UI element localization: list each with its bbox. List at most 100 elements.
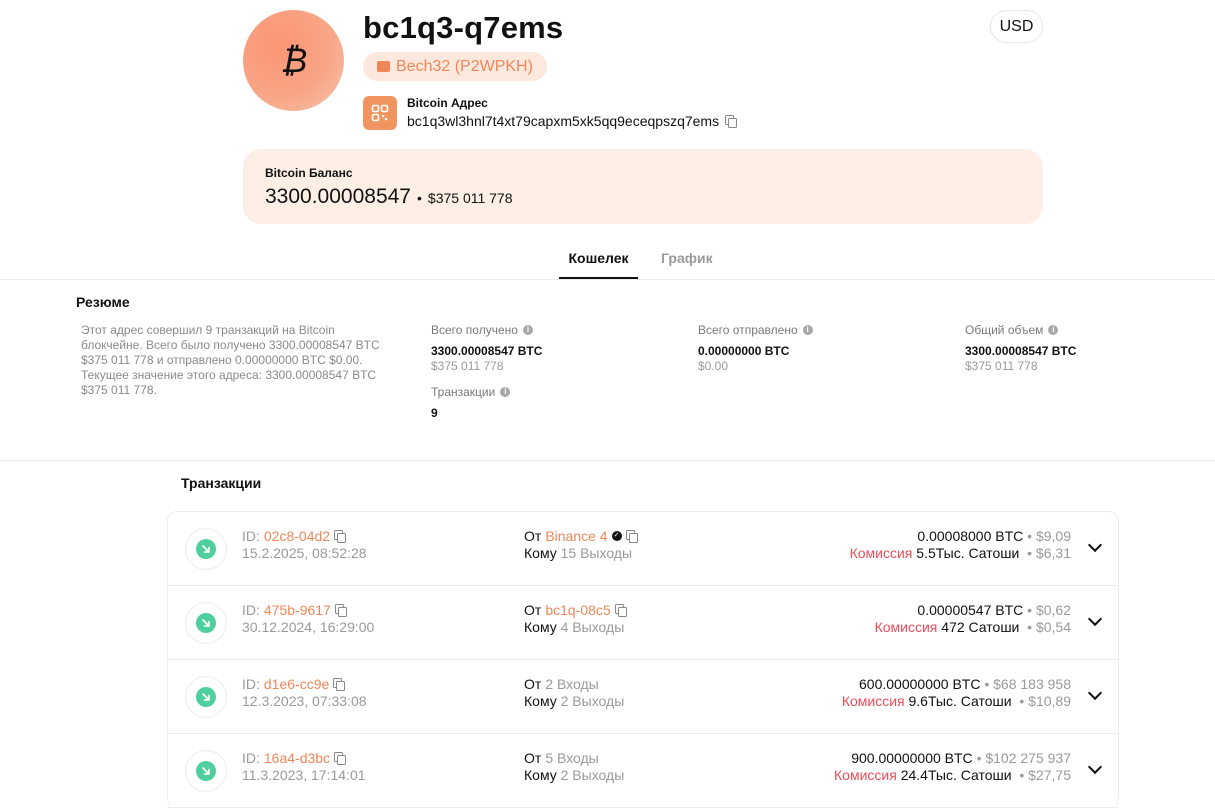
tx-from: От bc1q-08c5	[524, 602, 627, 618]
stat-tx-count-label: Транзакции	[431, 385, 496, 399]
tab-wallet[interactable]: Кошелек	[559, 250, 638, 279]
tx-id-prefix: ID:	[242, 750, 260, 766]
tx-fee-usd: $10,89	[1028, 693, 1071, 709]
tx-from-link[interactable]: bc1q-08c5	[545, 602, 610, 618]
transactions-list: ID: 02c8-04d2 15.2.2025, 08:52:28 От Bin…	[167, 511, 1119, 808]
tx-amount-separator: •	[976, 750, 982, 766]
table-row[interactable]: ID: 16a4-d3bc 11.3.2023, 17:14:01 От 5 В…	[168, 734, 1118, 808]
tx-to-label: Кому	[524, 693, 557, 709]
arrow-down-right-icon	[196, 539, 216, 559]
tx-to: Кому 2 Выходы	[524, 767, 624, 783]
tx-to-value: 15 Выходы	[560, 545, 633, 561]
tx-fee-usd: $6,31	[1035, 545, 1071, 561]
tx-amount-btc: 0.00008000 BTC	[917, 528, 1024, 544]
stat-volume-usd: $375 011 778	[965, 359, 1038, 373]
incoming-tx-badge	[185, 602, 227, 644]
copy-icon[interactable]	[334, 530, 347, 543]
tx-from-label: От	[524, 750, 542, 766]
balance-usd: $375 011 778	[427, 190, 513, 206]
tx-from: От 5 Входы	[524, 750, 599, 766]
tx-hash-link[interactable]: d1e6-cc9e	[264, 676, 329, 692]
tab-chart[interactable]: График	[661, 250, 713, 266]
table-row[interactable]: ID: 02c8-04d2 15.2.2025, 08:52:28 От Bin…	[168, 512, 1118, 586]
tx-from-value: 5 Входы	[545, 750, 599, 766]
tx-fee-separator: •	[1027, 619, 1033, 635]
tx-amount-btc: 0.00000547 BTC	[917, 602, 1024, 618]
verified-icon: ✓	[611, 531, 622, 541]
address-type-badge: Bech32 (P2WPKH)	[363, 52, 547, 81]
tx-amount-usd: $0,62	[1035, 602, 1071, 618]
stat-received-usd: $375 011 778	[431, 359, 504, 373]
copy-icon[interactable]	[625, 530, 638, 543]
tx-id: ID: 16a4-d3bc	[242, 750, 347, 766]
stat-volume-btc: 3300.00008547 BTC	[965, 344, 1077, 358]
info-icon[interactable]: i	[1048, 325, 1059, 335]
currency-button[interactable]: USD	[990, 10, 1043, 43]
stat-tx-count-value: 9	[431, 406, 438, 420]
summary-text: Этот адрес совершил 9 транзакций на Bitc…	[81, 323, 380, 397]
tab-bar: Кошелек График	[0, 240, 1215, 280]
tx-id-prefix: ID:	[242, 528, 260, 544]
tx-id: ID: 475b-9617	[242, 602, 347, 618]
tx-from: От Binance 4 ✓	[524, 528, 638, 544]
chevron-down-icon[interactable]	[1087, 537, 1103, 553]
chevron-down-icon[interactable]	[1087, 759, 1103, 775]
tx-date: 30.12.2024, 16:29:00	[242, 619, 375, 635]
info-icon[interactable]: i	[802, 325, 813, 335]
tx-to-value: 2 Выходы	[560, 693, 625, 709]
svg-text:₿: ₿	[280, 42, 307, 80]
address-type-label: Bech32 (P2WPKH)	[396, 57, 533, 75]
table-row[interactable]: ID: d1e6-cc9e 12.3.2023, 07:33:08 От 2 В…	[168, 660, 1118, 734]
info-icon[interactable]: i	[500, 387, 511, 397]
tx-hash-link[interactable]: 02c8-04d2	[264, 528, 330, 544]
balance-btc: 3300.00008547	[265, 185, 411, 208]
wallet-icon	[377, 61, 390, 72]
bitcoin-icon: ₿	[280, 42, 307, 80]
section-divider	[0, 460, 1215, 461]
tx-amount-usd: $68 183 958	[993, 676, 1071, 692]
tx-amount: 600.00000000 BTC • $68 183 958	[859, 676, 1071, 692]
tx-from-link[interactable]: Binance 4	[545, 528, 607, 544]
tx-to: Кому 2 Выходы	[524, 693, 624, 709]
tx-fee-sats: 5.5Тыс. Сатоши	[916, 545, 1020, 561]
copy-icon[interactable]	[334, 752, 347, 765]
tx-date: 15.2.2025, 08:52:28	[242, 545, 367, 561]
chevron-down-icon[interactable]	[1087, 611, 1103, 627]
info-icon[interactable]: i	[522, 325, 533, 335]
tx-amount: 900.00000000 BTC • $102 275 937	[851, 750, 1071, 766]
stat-received: Всего получено i 3300.00008547 BTC $375 0…	[431, 323, 542, 373]
tx-fee-label: Комиссия	[841, 693, 905, 709]
tx-hash-link[interactable]: 16a4-d3bc	[264, 750, 330, 766]
tx-amount: 0.00000547 BTC • $0,62	[917, 602, 1071, 618]
tx-fee: Комиссия 472 Сатоши • $0,54	[875, 619, 1071, 635]
stat-sent-btc: 0.00000000 BTC	[698, 344, 790, 358]
stat-sent: Всего отправлено i 0.00000000 BTC $0.00	[698, 323, 813, 373]
arrow-down-right-icon	[196, 687, 216, 707]
copy-icon[interactable]	[725, 115, 738, 128]
tx-fee: Комиссия 24.4Тыс. Сатоши • $27,75	[834, 767, 1071, 783]
stat-received-btc: 3300.00008547 BTC	[431, 344, 543, 358]
copy-icon[interactable]	[334, 604, 347, 617]
tx-amount-separator: •	[1027, 602, 1033, 618]
table-row[interactable]: ID: 475b-9617 30.12.2024, 16:29:00 От bc…	[168, 586, 1118, 660]
page-title: bc1q3-q7ems	[363, 10, 564, 45]
qr-icon[interactable]	[363, 96, 397, 130]
bitcoin-avatar: ₿	[243, 10, 344, 111]
tx-fee-sats: 472 Сатоши	[941, 619, 1020, 635]
balance-card: Bitcoin Баланс 3300.00008547 • $375 011 …	[243, 149, 1043, 224]
copy-icon[interactable]	[614, 604, 627, 617]
tx-fee-separator: •	[1027, 545, 1033, 561]
tx-to-label: Кому	[524, 767, 557, 783]
address-value-row: bc1q3wl3hnl7t4xt79capxm5xk5qq9eceqpszq7e…	[407, 113, 738, 129]
tx-fee-usd: $0,54	[1035, 619, 1071, 635]
balance-separator: •	[417, 190, 422, 206]
chevron-down-icon[interactable]	[1087, 685, 1103, 701]
tx-to-value: 2 Выходы	[560, 767, 625, 783]
tx-hash-link[interactable]: 475b-9617	[264, 602, 331, 618]
stat-received-label: Всего получено	[431, 323, 518, 337]
copy-icon[interactable]	[333, 678, 346, 691]
tx-date: 11.3.2023, 17:14:01	[242, 767, 366, 783]
tx-amount: 0.00008000 BTC • $9,09	[917, 528, 1071, 544]
tx-to: Кому 4 Выходы	[524, 619, 624, 635]
tx-from-value: 2 Входы	[545, 676, 599, 692]
